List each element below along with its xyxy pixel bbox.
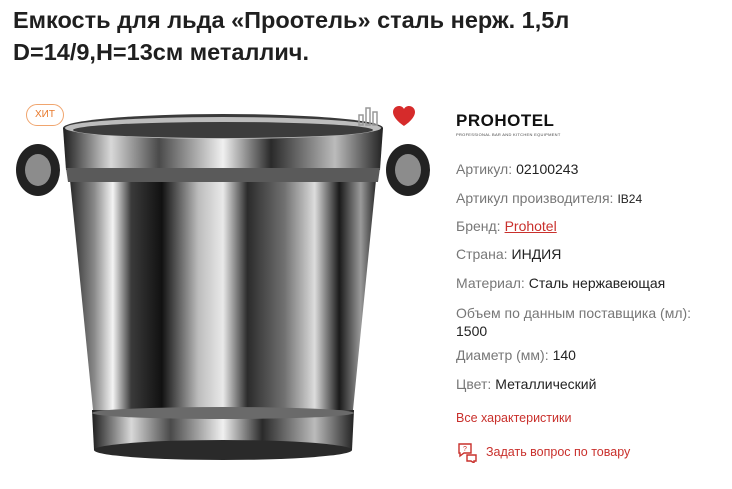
spec-article: Артикул: 02100243 (456, 161, 578, 177)
spec-mfr-article-label: Артикул производителя: (456, 190, 614, 206)
spec-diameter-label: Диаметр (мм): (456, 347, 549, 363)
hit-badge: ХИТ (26, 104, 64, 126)
spec-material-value: Сталь нержавеющая (528, 275, 666, 291)
spec-color: Цвет: Металлический (456, 376, 596, 392)
spec-article-value: 02100243 (516, 161, 579, 177)
ask-question-link[interactable]: ? Задать вопрос по товару (456, 441, 630, 463)
spec-brand-link[interactable]: Prohotel (505, 218, 557, 234)
spec-material: Материал: Сталь нержавеющая (456, 275, 665, 291)
spec-brand: Бренд: Prohotel (456, 218, 557, 234)
spec-material-label: Материал: (456, 275, 525, 291)
ask-question-label: Задать вопрос по товару (486, 445, 631, 459)
spec-brand-label: Бренд: (456, 218, 501, 234)
svg-text:?: ? (463, 446, 467, 453)
all-specs-link[interactable]: Все характеристики (456, 411, 571, 425)
spec-country-label: Страна: (456, 246, 508, 262)
brand-logo: PROHOTEL PROFESSIONAL BAR AND KITCHEN EQ… (456, 111, 576, 141)
spec-volume-value: 1500 (456, 323, 488, 339)
spec-diameter: Диаметр (мм): 140 (456, 347, 576, 363)
spec-mfr-article-value: IB24 (617, 192, 643, 206)
brand-logo-text: PROHOTEL (456, 111, 555, 130)
product-title-line1: Емкость для льда «Проотель» сталь нерж. … (13, 7, 570, 33)
compare-icon[interactable] (356, 104, 380, 128)
spec-volume: Объем по данным поставщика (мл): 1500 (456, 304, 726, 340)
spec-country-value: ИНДИЯ (511, 246, 562, 262)
spec-volume-label: Объем по данным поставщика (мл): (456, 305, 692, 321)
product-title: Емкость для льда «Проотель» сталь нерж. … (13, 4, 713, 68)
spec-country: Страна: ИНДИЯ (456, 246, 561, 262)
spec-diameter-value: 140 (552, 347, 576, 363)
product-title-line2: D=14/9,H=13см металлич. (13, 39, 309, 65)
brand-logo-subtitle: PROFESSIONAL BAR AND KITCHEN EQUIPMENT (456, 132, 561, 137)
spec-color-value: Металлический (495, 376, 597, 392)
heart-icon[interactable] (391, 104, 417, 128)
spec-article-label: Артикул: (456, 161, 513, 177)
spec-mfr-article: Артикул производителя: IB24 (456, 190, 642, 206)
spec-color-label: Цвет: (456, 376, 492, 392)
product-image[interactable] (8, 110, 438, 489)
chat-question-icon: ? (458, 443, 477, 463)
